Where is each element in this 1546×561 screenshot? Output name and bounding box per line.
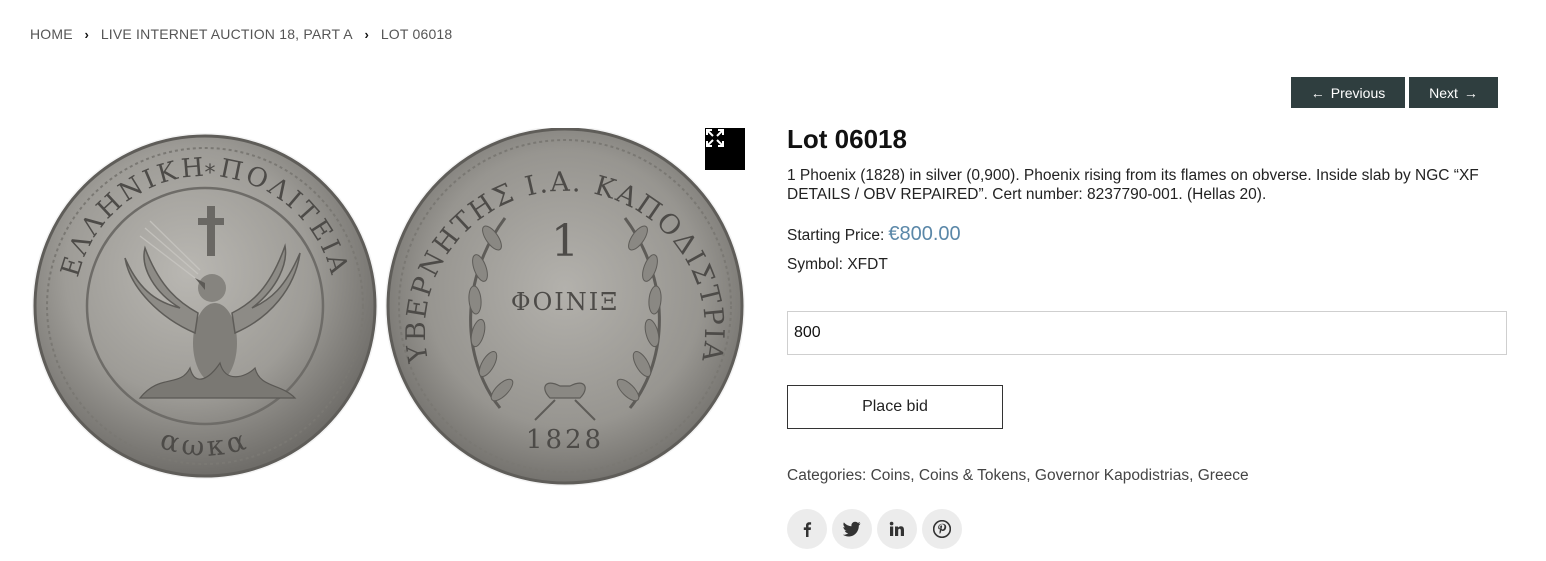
symbol-value: XFDT — [847, 256, 888, 273]
linkedin-icon — [889, 521, 904, 536]
share-twitter-button[interactable] — [832, 509, 872, 549]
previous-label: Previous — [1330, 84, 1386, 101]
lot-image-gallery[interactable]: ΕΛΛΗΝΙΚΗ ΠΟΛΙΤΕΙΑ * αωκα ΥΒΕΡΝΗΤΗΣ Ι.Α. … — [30, 128, 745, 488]
category-link-governor-kapodistrias[interactable]: Governor Kapodistrias — [1035, 467, 1189, 484]
breadcrumb-home[interactable]: HOME — [30, 26, 73, 42]
share-pinterest-button[interactable] — [922, 509, 962, 549]
expand-icon — [706, 129, 724, 147]
obverse-coin: ΕΛΛΗΝΙΚΗ ΠΟΛΙΤΕΙΑ * αωκα — [32, 133, 378, 479]
lot-title: Lot 06018 — [787, 124, 907, 154]
twitter-icon — [843, 521, 861, 537]
pinterest-icon — [933, 520, 951, 538]
next-button[interactable]: Next → — [1409, 77, 1498, 108]
bid-amount-input[interactable] — [787, 311, 1507, 355]
category-link-greece[interactable]: Greece — [1198, 467, 1249, 484]
breadcrumb: HOME › LIVE INTERNET AUCTION 18, PART A … — [30, 26, 452, 42]
breadcrumb-auction[interactable]: LIVE INTERNET AUCTION 18, PART A — [101, 26, 353, 42]
breadcrumb-current: LOT 06018 — [380, 26, 453, 42]
starting-price-value: €800.00 — [888, 223, 961, 245]
share-linkedin-button[interactable] — [877, 509, 917, 549]
reverse-denomination: ΦΟΙΝΙΞ — [511, 288, 619, 316]
chevron-right-icon: › — [364, 26, 370, 42]
reverse-denomination-number: 1 — [551, 216, 579, 267]
chevron-right-icon: › — [84, 26, 90, 42]
categories-label: Categories: — [787, 467, 867, 484]
place-bid-button[interactable]: Place bid — [787, 385, 1003, 429]
arrow-right-icon: → — [1463, 84, 1478, 101]
reverse-date: 1828 — [526, 425, 604, 455]
starting-price-label: Starting Price: — [787, 227, 885, 244]
starting-price: Starting Price: €800.00 — [787, 223, 961, 246]
categories: Categories: Coins, Coins & Tokens, Gover… — [787, 467, 1249, 484]
category-link-coins-tokens[interactable]: Coins & Tokens — [919, 467, 1026, 484]
svg-text:*: * — [205, 161, 216, 186]
lot-navigation: ← Previous Next → — [1291, 77, 1498, 108]
next-label: Next — [1429, 84, 1458, 101]
category-link-coins[interactable]: Coins — [871, 467, 911, 484]
lot-description: 1 Phoenix (1828) in silver (0,900). Phoe… — [787, 167, 1479, 203]
symbol-label: Symbol: — [787, 256, 843, 273]
facebook-icon — [803, 522, 812, 537]
arrow-left-icon: ← — [1310, 84, 1325, 101]
share-facebook-button[interactable] — [787, 509, 827, 549]
previous-button[interactable]: ← Previous — [1291, 77, 1405, 108]
symbol: Symbol: XFDT — [787, 256, 888, 274]
fullscreen-button[interactable] — [705, 128, 745, 170]
coin-image: ΕΛΛΗΝΙΚΗ ΠΟΛΙΤΕΙΑ * αωκα ΥΒΕΡΝΗΤΗΣ Ι.Α. … — [30, 128, 745, 486]
share-buttons — [787, 509, 962, 549]
